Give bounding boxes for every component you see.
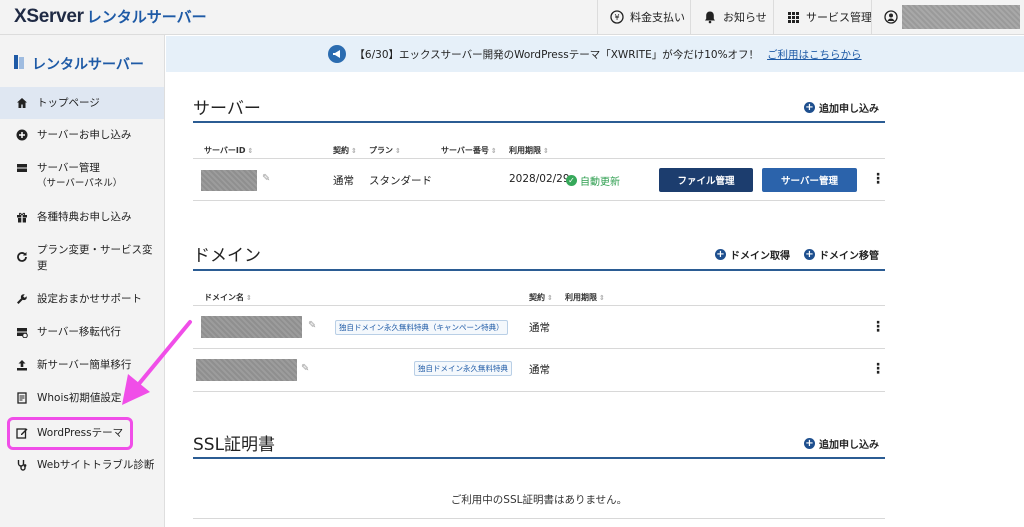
ssl-empty-message: ご利用中のSSL証明書はありません。: [450, 494, 628, 506]
domain-contract: 通常: [529, 364, 550, 376]
sidebar-item-benefits[interactable]: 各種特典お申し込み: [0, 209, 164, 225]
yen-icon: ¥: [610, 10, 624, 24]
table-divider: [193, 305, 885, 306]
domain-name-masked: [196, 359, 297, 381]
server-id-masked: [201, 170, 257, 191]
domain-benefit-tag: 独自ドメイン永久無料特典: [414, 361, 512, 376]
sidebar-item-easy-migration[interactable]: 新サーバー簡単移行: [0, 357, 164, 373]
check-icon: ✓: [566, 175, 577, 186]
wrench-icon: [16, 293, 28, 305]
sidebar-item-server-apply[interactable]: サーバーお申し込み: [0, 127, 164, 143]
pencil-icon[interactable]: ✎: [301, 363, 309, 374]
ssl-add-button[interactable]: + 追加申し込み: [804, 436, 879, 451]
news-button[interactable]: お知らせ: [690, 0, 767, 34]
domain-section-title: ドメイン: [193, 246, 261, 266]
table-divider: [193, 348, 885, 349]
domain-benefit-tag: 独自ドメイン永久無料特典（キャンペーン特典）: [335, 320, 508, 335]
user-icon: [884, 10, 898, 24]
sidebar-item-server-manage[interactable]: サーバー管理 （サーバーパネル）: [0, 160, 164, 192]
user-menu[interactable]: [871, 0, 1020, 34]
svg-text:¥: ¥: [614, 13, 619, 22]
server-plan: スタンダード: [369, 175, 432, 187]
domain-get-button[interactable]: + ドメイン取得: [715, 247, 790, 262]
plus-circle-icon: [16, 129, 28, 141]
table-divider: [193, 200, 885, 201]
col-expiry[interactable]: 利用期限 ⇕: [509, 145, 549, 156]
server-book-icon: [14, 55, 24, 73]
bell-icon: [703, 10, 717, 24]
col-server-id[interactable]: サーバーID ⇕: [204, 145, 253, 156]
notice-banner: 【6/30】エックスサーバー開発のWordPressテーマ「XWRITE」が今だ…: [166, 36, 1024, 72]
sidebar-item-top[interactable]: トップページ: [0, 87, 164, 119]
col-domain-expiry[interactable]: 利用期限 ⇕: [565, 292, 605, 303]
domain-transfer-button[interactable]: + ドメイン移管: [804, 247, 879, 262]
table-divider: [193, 158, 885, 159]
refresh-icon: [16, 251, 28, 263]
pencil-icon[interactable]: ✎: [262, 173, 270, 184]
server-manage-button[interactable]: サーバー管理: [762, 168, 857, 192]
plus-icon: +: [804, 438, 815, 449]
top-header: XServer レンタルサーバー ¥ 料金支払い お知らせ サービス管理: [0, 0, 1024, 35]
sidebar-item-web-trouble[interactable]: Webサイトトラブル診断: [0, 457, 164, 473]
server-expiry: 2028/02/29: [509, 173, 570, 185]
stethoscope-icon: [16, 459, 28, 471]
sidebar-item-setup-support[interactable]: 設定おまかせサポート: [0, 291, 164, 307]
grid-icon: [786, 10, 800, 24]
billing-button[interactable]: ¥ 料金支払い: [597, 0, 685, 34]
col-server-number[interactable]: サーバー番号 ⇕: [441, 145, 497, 156]
sidebar-item-server-migration[interactable]: サーバー移転代行: [0, 324, 164, 340]
domain-name-masked: [201, 316, 302, 338]
section-divider: [193, 457, 885, 459]
table-divider: [193, 391, 885, 392]
file-manage-button[interactable]: ファイル管理: [659, 168, 753, 192]
megaphone-icon: [328, 45, 347, 63]
home-icon: [16, 97, 28, 109]
section-divider: [193, 269, 885, 271]
upload-icon: [16, 359, 28, 371]
col-domain-name[interactable]: ドメイン名 ⇕: [204, 292, 252, 303]
col-domain-contract[interactable]: 契約 ⇕: [529, 292, 553, 303]
domain-contract: 通常: [529, 322, 550, 334]
plus-icon: +: [715, 249, 726, 260]
server-contract: 通常: [333, 175, 354, 187]
auto-renew-status: ✓ 自動更新: [566, 173, 620, 188]
table-divider: [193, 518, 885, 519]
col-contract[interactable]: 契約 ⇕: [333, 145, 357, 156]
more-icon[interactable]: ⋮: [871, 320, 885, 334]
more-icon[interactable]: ⋮: [871, 362, 885, 376]
sidebar-item-plan-change[interactable]: プラン変更・サービス変更: [0, 242, 164, 274]
section-divider: [193, 121, 885, 123]
annotation-highlight-box: [7, 417, 133, 450]
gift-icon: [16, 211, 28, 223]
ssl-section-title: SSL証明書: [193, 435, 276, 455]
server-section-title: サーバー: [193, 99, 261, 119]
pencil-icon[interactable]: ✎: [308, 320, 316, 331]
col-plan[interactable]: プラン ⇕: [369, 145, 401, 156]
server-move-icon: [16, 326, 28, 338]
server-icon: [16, 162, 28, 174]
document-icon: [16, 392, 28, 404]
server-add-button[interactable]: + 追加申し込み: [804, 100, 879, 115]
service-manage-button[interactable]: サービス管理: [773, 0, 872, 34]
sidebar-title[interactable]: レンタルサーバー: [14, 54, 144, 74]
plus-icon: +: [804, 249, 815, 260]
plus-icon: +: [804, 102, 815, 113]
user-name-masked: [902, 5, 1020, 29]
notice-link[interactable]: ご利用はこちらから: [767, 47, 862, 62]
logo[interactable]: XServer レンタルサーバー: [14, 6, 207, 28]
sidebar-item-whois[interactable]: Whois初期値設定: [0, 390, 164, 406]
more-icon[interactable]: ⋮: [871, 172, 885, 186]
